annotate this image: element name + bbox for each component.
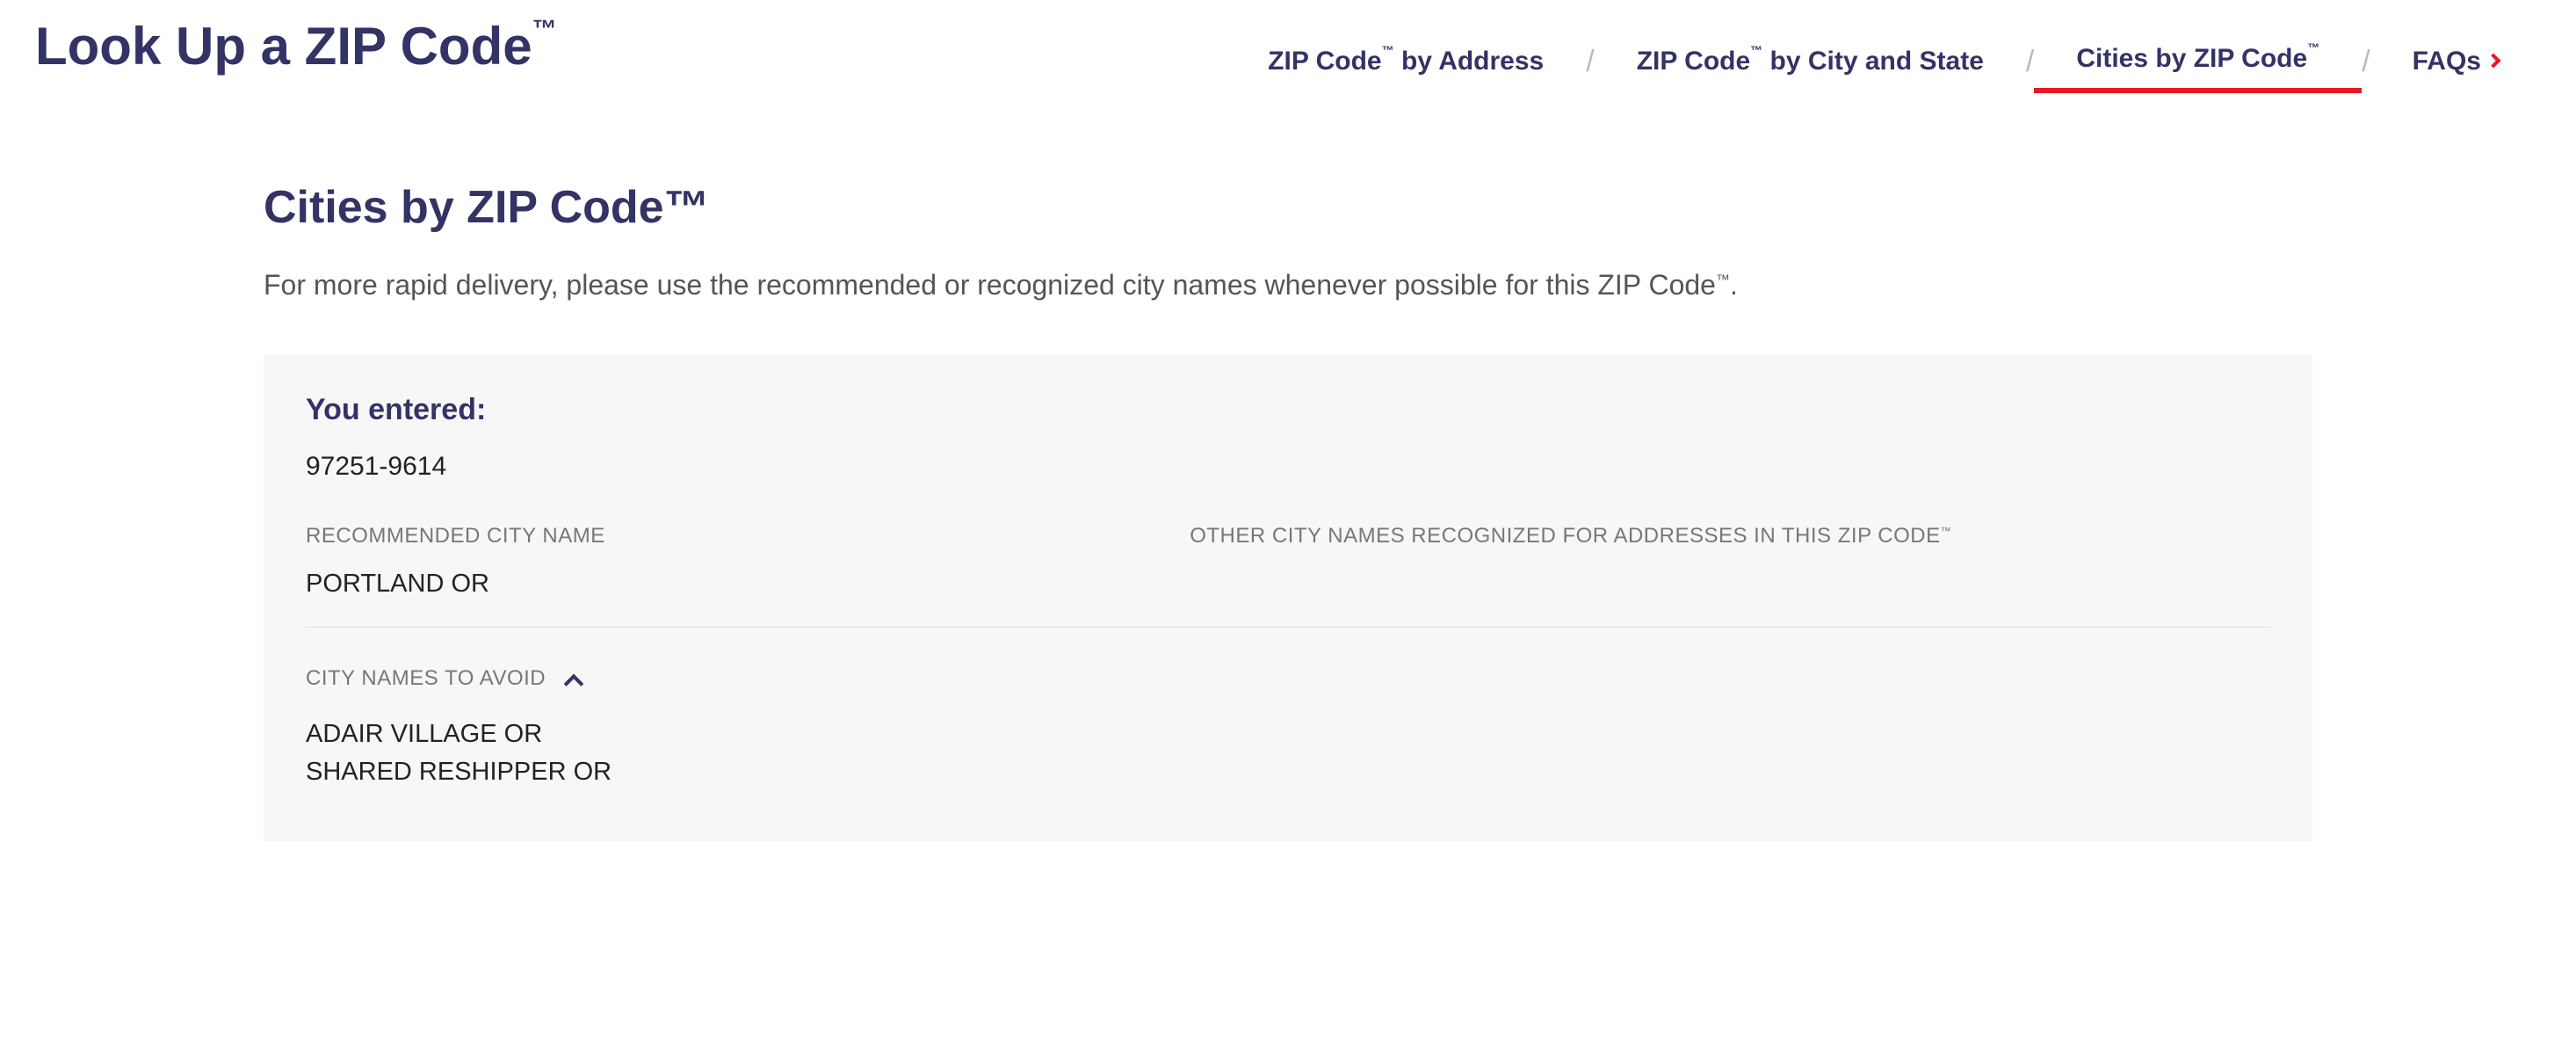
avoid-item: ADAIR VILLAGE OR: [306, 715, 2270, 754]
recommended-header: RECOMMENDED CITY NAME: [306, 524, 1190, 548]
recommended-column: RECOMMENDED CITY NAME PORTLAND OR: [306, 524, 1190, 599]
other-names-header-text: OTHER CITY NAMES RECOGNIZED FOR ADDRESSE…: [1190, 524, 1940, 548]
tab-separator: /: [2026, 45, 2034, 93]
tab-label: Cities by ZIP Code: [2076, 44, 2307, 73]
trademark-icon: ™: [1382, 43, 1394, 57]
tab-separator: /: [2362, 45, 2370, 93]
tab-label-suffix: by City and State: [1762, 47, 1984, 76]
page-title-text: Look Up a ZIP Code: [35, 17, 532, 76]
tab-cities-by-zip[interactable]: Cities by ZIP Code™: [2034, 44, 2362, 93]
result-columns: RECOMMENDED CITY NAME PORTLAND OR OTHER …: [306, 524, 2270, 628]
page-title: Look Up a ZIP Code™: [35, 18, 557, 76]
description-suffix: .: [1730, 269, 1738, 301]
tab-label: ZIP Code: [1268, 47, 1381, 76]
tab-label: FAQs: [2413, 47, 2481, 76]
avoid-header-text: CITY NAMES TO AVOID: [306, 666, 546, 691]
tab-zip-by-address[interactable]: ZIP Code™ by Address: [1226, 47, 1586, 91]
tab-label: ZIP Code: [1637, 47, 1750, 76]
trademark-icon: ™: [1750, 43, 1762, 57]
tab-separator: /: [1586, 45, 1594, 93]
trademark-icon: ™: [532, 15, 557, 42]
result-panel: You entered: 97251-9614 RECOMMENDED CITY…: [264, 354, 2312, 841]
main-content: Cities by ZIP Code™ For more rapid deliv…: [0, 93, 2576, 894]
chevron-up-icon: [564, 673, 584, 694]
tab-nav: ZIP Code™ by Address / ZIP Code™ by City…: [1226, 44, 2541, 93]
chevron-right-icon: [2486, 54, 2501, 69]
other-names-header: OTHER CITY NAMES RECOGNIZED FOR ADDRESSE…: [1190, 524, 2270, 548]
tab-faqs[interactable]: FAQs: [2370, 47, 2541, 91]
avoid-toggle[interactable]: CITY NAMES TO AVOID: [306, 666, 2270, 691]
trademark-icon: ™: [1716, 272, 1730, 287]
trademark-icon: ™: [1941, 525, 1952, 537]
description-text: For more rapid delivery, please use the …: [264, 269, 1716, 301]
tab-zip-by-city-state[interactable]: ZIP Code™ by City and State: [1595, 47, 2026, 91]
other-names-column: OTHER CITY NAMES RECOGNIZED FOR ADDRESSE…: [1190, 524, 2270, 599]
avoid-item: SHARED RESHIPPER OR: [306, 753, 2270, 792]
entered-label: You entered:: [306, 393, 2270, 427]
recommended-value: PORTLAND OR: [306, 570, 1190, 599]
tab-label-suffix: by Address: [1394, 47, 1545, 76]
section-description: For more rapid delivery, please use the …: [264, 265, 2312, 305]
entered-value: 97251-9614: [306, 452, 2270, 482]
trademark-icon: ™: [2307, 40, 2319, 54]
avoid-list: ADAIR VILLAGE OR SHARED RESHIPPER OR: [306, 715, 2270, 792]
section-title: Cities by ZIP Code™: [264, 181, 2312, 234]
